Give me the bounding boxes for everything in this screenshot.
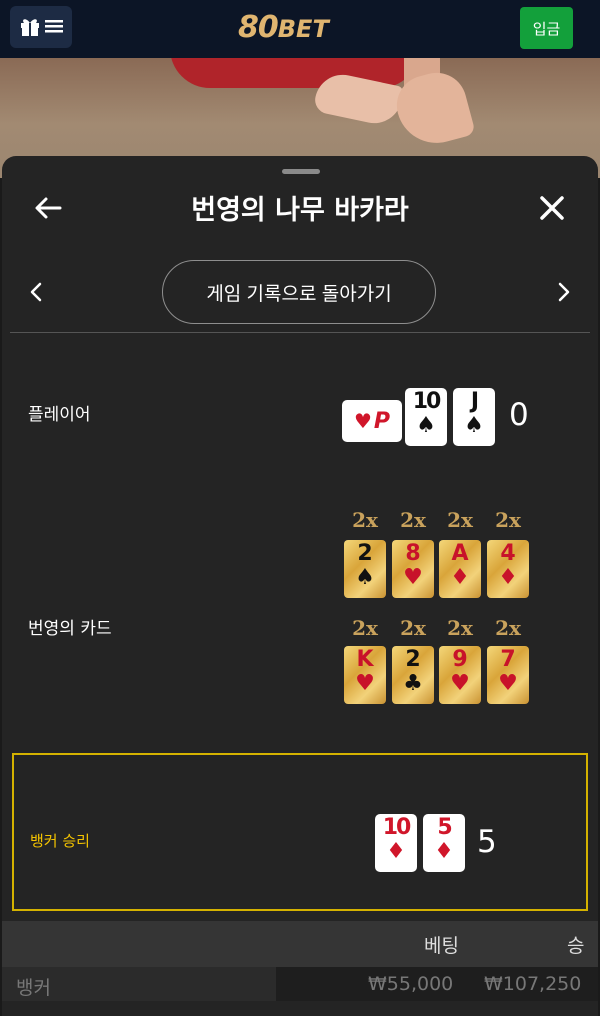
top-bar: 80BET 입금 [0,0,600,58]
banker-score: 5 [477,824,497,860]
card-rank: 2 [405,647,421,672]
heart-icon: ♥ [498,671,518,696]
close-icon[interactable] [534,190,570,226]
club-icon: ♣ [403,671,423,696]
bet-type-cell: 뱅커 [2,967,276,1001]
back-to-history-button[interactable]: 게임 기록으로 돌아가기 [162,260,436,324]
drag-handle[interactable] [282,169,320,174]
divider [10,332,590,333]
hamburger-icon [45,18,63,37]
multiplier-label: 2x [352,616,378,640]
multiplier-label: 2x [495,508,521,532]
brand-logo[interactable]: 80BET [238,10,329,45]
diamond-icon: ♦ [386,839,406,864]
banker-win-box: 뱅커 승리 10 ♦ 5 ♦ 5 [12,753,588,911]
gift-icon [19,15,41,40]
spade-icon: ♠ [464,413,484,438]
lucky-card: 2 ♠ [344,540,386,598]
player-card: 10 ♠ [405,388,447,446]
player-special-card: ♥ P [342,400,402,442]
menu-button[interactable] [10,6,72,48]
heart-icon: ♥ [450,671,470,696]
multiplier-label: 2x [447,616,473,640]
player-label: 플레이어 [28,405,91,425]
multiplier-label: 2x [400,616,426,640]
lucky-card: 4 ♦ [487,540,529,598]
multiplier-label: 2x [447,508,473,532]
table-row: 뱅커 ₩55,000 ₩107,250 [2,967,598,1001]
diamond-icon: ♦ [450,565,470,590]
player-score: 0 [509,397,529,433]
heart-icon: ♥ [355,671,375,696]
heart-icon: ♥ [353,409,372,433]
card-rank: 7 [500,647,516,672]
game-history-panel: 번영의 나무 바카라 게임 기록으로 돌아가기 플레이어 ♥ P 10 ♠ J … [2,156,598,1016]
multiplier-label: 2x [352,508,378,532]
deposit-button[interactable]: 입금 [520,7,573,49]
card-rank: 4 [500,541,516,566]
lucky-card: 9 ♥ [439,646,481,704]
win-amount: ₩107,250 [484,973,582,995]
card-rank: K [356,647,374,672]
card-rank: 5 [437,815,452,840]
diamond-icon: ♦ [434,839,454,864]
multiplier-label: 2x [495,616,521,640]
banker-win-label: 뱅커 승리 [30,832,90,850]
chevron-left-icon[interactable] [24,280,48,304]
bet-amount: ₩55,000 [368,973,454,995]
player-card: J ♠ [453,388,495,446]
special-card-symbol: P [373,408,391,434]
lucky-card: 2 ♣ [392,646,434,704]
lucky-card: A ♦ [439,540,481,598]
spade-icon: ♠ [355,565,375,590]
lucky-card: 7 ♥ [487,646,529,704]
bet-table-header: 베팅 승 [2,921,598,967]
banker-card: 5 ♦ [423,814,465,872]
heart-icon: ♥ [403,565,423,590]
bet-column-header: 베팅 [424,935,459,957]
bet-type: 뱅커 [16,977,51,999]
diamond-icon: ♦ [498,565,518,590]
chevron-right-icon[interactable] [552,280,576,304]
card-rank: 9 [452,647,468,672]
win-column-header: 승 [567,935,585,957]
multiplier-label: 2x [400,508,426,532]
lucky-card: 8 ♥ [392,540,434,598]
card-rank: 8 [405,541,421,566]
card-rank: J [470,389,479,414]
card-rank: 10 [382,815,412,840]
modal-title: 번영의 나무 바카라 [191,195,409,226]
spade-icon: ♠ [416,413,436,438]
banker-card: 10 ♦ [375,814,417,872]
lucky-card: K ♥ [344,646,386,704]
card-rank: 2 [357,541,373,566]
logo-number: 80 [238,10,279,45]
logo-text: BET [277,15,329,43]
lucky-cards-label: 번영의 카드 [28,619,112,639]
card-rank: A [451,541,469,566]
card-rank: 10 [412,389,442,414]
